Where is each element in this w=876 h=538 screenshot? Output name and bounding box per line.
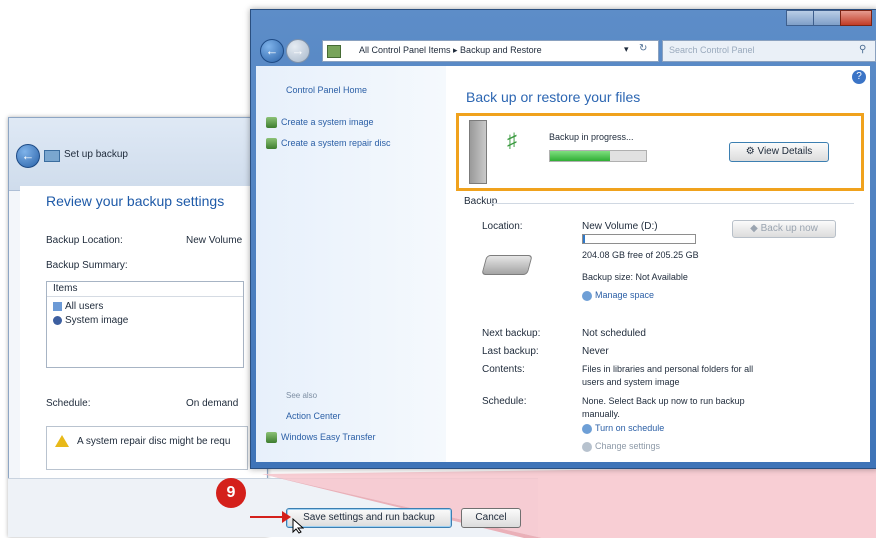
address-bar[interactable]: All Control Panel Items ▸ Backup and Res… xyxy=(322,40,659,62)
next-backup-value: Not scheduled xyxy=(582,328,646,339)
contents-value-line-1: Files in libraries and personal folders … xyxy=(582,364,754,374)
backup-summary-label: Backup Summary: xyxy=(46,260,128,271)
last-backup-label: Last backup: xyxy=(482,346,539,357)
contents-label: Contents: xyxy=(482,364,525,375)
progress-fill xyxy=(550,151,610,161)
drive-usage-bar xyxy=(582,234,696,244)
mouse-cursor-icon xyxy=(292,517,305,534)
backup-summary-list: Items All users System image xyxy=(46,281,244,368)
back-up-now-button[interactable]: ◆ Back up now xyxy=(732,220,836,238)
back-arrow-icon[interactable]: ← xyxy=(260,39,284,63)
shield-icon: ◆ xyxy=(750,223,758,234)
system-image-icon xyxy=(53,315,62,325)
page-title: Back up or restore your files xyxy=(466,89,641,105)
schedule-label: Schedule: xyxy=(46,398,91,409)
list-item[interactable]: All users xyxy=(53,300,243,314)
free-space: 204.08 GB free of 205.25 GB xyxy=(582,250,699,260)
search-icon[interactable]: ⚲ xyxy=(859,44,866,55)
list-item[interactable]: System image xyxy=(53,314,243,328)
backup-drive-icon xyxy=(44,150,60,162)
see-also-label: See also xyxy=(286,391,318,400)
repair-disc-warning: A system repair disc might be requ xyxy=(46,426,248,470)
progress-side-strip xyxy=(469,120,487,184)
view-details-icon: ⚙ xyxy=(745,146,755,157)
shield-icon xyxy=(582,441,592,452)
cancel-button[interactable]: Cancel xyxy=(461,508,521,528)
last-backup-value: Never xyxy=(582,346,609,357)
address-path: All Control Panel Items ▸ Backup and Res… xyxy=(359,45,542,55)
nav-windows-easy-transfer[interactable]: Windows Easy Transfer xyxy=(266,432,376,444)
back-arrow-icon[interactable]: ← xyxy=(16,144,40,168)
backup-section-title: Backup xyxy=(464,196,498,207)
forward-arrow-icon[interactable]: → xyxy=(286,39,310,63)
nav-create-repair-disc[interactable]: Create a system repair disc xyxy=(266,138,391,150)
maximize-button[interactable] xyxy=(813,10,841,26)
search-placeholder: Search Control Panel xyxy=(669,45,755,55)
schedule-value: On demand xyxy=(186,398,239,409)
save-and-run-backup-button[interactable]: Save settings and run backup xyxy=(286,508,452,528)
nav-create-system-image[interactable]: Create a system image xyxy=(266,117,374,129)
minimize-button[interactable] xyxy=(786,10,814,26)
arrow-right-icon xyxy=(282,511,291,523)
nav-control-panel-home[interactable]: Control Panel Home xyxy=(286,85,367,95)
schedule-value-line-2: manually. xyxy=(582,409,620,419)
window-controls xyxy=(786,10,872,26)
shield-icon xyxy=(582,290,592,301)
step-number-badge: 9 xyxy=(216,478,246,508)
location-label: Location: xyxy=(482,221,523,232)
transfer-icon xyxy=(266,432,277,444)
schedule-value-line-1: None. Select Back up now to run backup xyxy=(582,396,745,406)
backup-progress-panel: ♯ Backup in progress... ⚙ View Details xyxy=(456,113,864,191)
search-input[interactable]: Search Control Panel ⚲ xyxy=(662,40,876,62)
shield-icon xyxy=(266,138,277,150)
warning-icon xyxy=(55,435,69,447)
view-details-button[interactable]: ⚙ View Details xyxy=(729,142,829,162)
backup-progress-icon: ♯ xyxy=(507,130,517,152)
next-backup-label: Next backup: xyxy=(482,328,541,339)
setup-window-title: Set up backup xyxy=(64,149,128,160)
nav-action-center[interactable]: Action Center xyxy=(286,411,341,421)
hard-drive-icon xyxy=(481,255,533,275)
help-icon[interactable]: ? xyxy=(852,70,866,84)
backup-location-value: New Volume xyxy=(186,235,243,246)
section-divider xyxy=(490,203,854,204)
location-value: New Volume (D:) xyxy=(582,221,658,232)
shield-icon xyxy=(266,117,277,129)
close-button[interactable] xyxy=(840,10,872,26)
progress-text: Backup in progress... xyxy=(549,132,634,142)
address-dropdown-icon[interactable]: ▾ xyxy=(624,44,629,55)
change-settings-link[interactable]: Change settings xyxy=(582,441,660,452)
schedule-label: Schedule: xyxy=(482,396,527,407)
shield-icon xyxy=(582,423,592,434)
refresh-icon[interactable]: ↻ xyxy=(639,43,647,54)
backup-progress-bar xyxy=(549,150,647,162)
contents-value-line-2: users and system image xyxy=(582,377,680,387)
control-panel-icon xyxy=(327,45,341,58)
backup-size: Backup size: Not Available xyxy=(582,272,688,282)
review-heading: Review your backup settings xyxy=(46,193,225,209)
manage-space-link[interactable]: Manage space xyxy=(582,290,654,301)
turn-on-schedule-link[interactable]: Turn on schedule xyxy=(582,423,664,434)
users-icon xyxy=(53,301,62,311)
summary-column-header: Items xyxy=(47,282,243,297)
warning-text: A system repair disc might be requ xyxy=(77,436,231,447)
drive-usage-fill xyxy=(583,235,586,243)
backup-location-label: Backup Location: xyxy=(46,235,123,246)
